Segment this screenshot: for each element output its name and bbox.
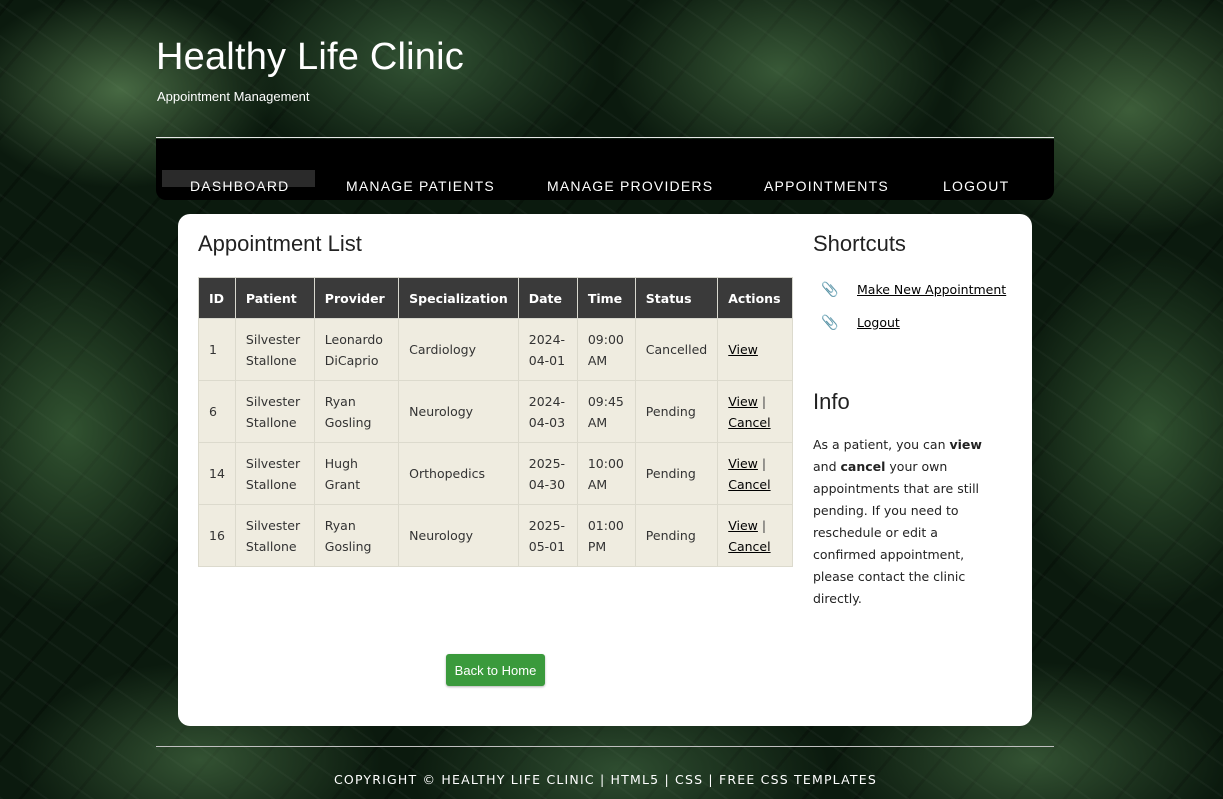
action-separator: | bbox=[761, 393, 767, 409]
column-header: ID bbox=[198, 277, 236, 319]
column-header: Date bbox=[517, 277, 578, 319]
header-divider bbox=[156, 137, 1054, 138]
action-separator: | bbox=[761, 517, 767, 533]
site-tagline: Appointment Management bbox=[157, 89, 310, 104]
table-row: 16 Silvester Stallone Ryan Gosling Neuro… bbox=[198, 504, 793, 567]
cell-time: 09:45 AM bbox=[576, 380, 636, 443]
action-separator: | bbox=[761, 455, 767, 471]
cancel-link[interactable]: Cancel bbox=[728, 477, 770, 492]
paperclip-icon: 📎 bbox=[821, 315, 839, 331]
cell-id: 14 bbox=[198, 442, 236, 505]
nav-item-logout[interactable]: LOGOUT bbox=[943, 178, 1009, 194]
nav-item-manage-providers[interactable]: MANAGE PROVIDERS bbox=[547, 178, 713, 194]
cell-time: 09:00 AM bbox=[576, 318, 636, 381]
main-nav: DASHBOARD MANAGE PATIENTS MANAGE PROVIDE… bbox=[156, 139, 1054, 200]
site-title: Healthy Life Clinic bbox=[156, 36, 464, 78]
view-link[interactable]: View bbox=[728, 342, 758, 357]
cell-time: 10:00 AM bbox=[576, 442, 636, 505]
nav-item-manage-patients[interactable]: MANAGE PATIENTS bbox=[346, 178, 495, 194]
table-header-row: ID Patient Provider Specialization Date … bbox=[198, 277, 793, 319]
cell-patient: Silvester Stallone bbox=[234, 504, 315, 567]
table-row: 14 Silvester Stallone Hugh Grant Orthope… bbox=[198, 442, 793, 505]
cell-id: 1 bbox=[198, 318, 236, 381]
cell-date: 2025-05-01 bbox=[517, 504, 578, 567]
info-text-part: and bbox=[813, 459, 841, 474]
table-row: 6 Silvester Stallone Ryan Gosling Neurol… bbox=[198, 380, 793, 443]
cell-provider: Ryan Gosling bbox=[313, 380, 400, 443]
nav-item-appointments[interactable]: APPOINTMENTS bbox=[764, 178, 889, 194]
column-header: Patient bbox=[234, 277, 315, 319]
column-header: Specialization bbox=[398, 277, 519, 319]
cell-specialization: Neurology bbox=[398, 504, 519, 567]
cancel-link[interactable]: Cancel bbox=[728, 415, 770, 430]
column-header: Actions bbox=[717, 277, 793, 319]
cell-specialization: Cardiology bbox=[398, 318, 519, 381]
shortcuts-heading: Shortcuts bbox=[813, 231, 906, 256]
column-header: Status bbox=[634, 277, 719, 319]
cell-actions: View | Cancel bbox=[717, 442, 793, 505]
cell-status: Pending bbox=[634, 504, 719, 567]
footer-copyright: COPYRIGHT © HEALTHY LIFE CLINIC | HTML5 … bbox=[334, 772, 877, 787]
cell-patient: Silvester Stallone bbox=[234, 318, 315, 381]
cell-status: Pending bbox=[634, 442, 719, 505]
cell-provider: Ryan Gosling bbox=[313, 504, 400, 567]
paperclip-icon: 📎 bbox=[821, 282, 839, 298]
cell-date: 2025-04-30 bbox=[517, 442, 578, 505]
cell-provider: Leonardo DiCaprio bbox=[313, 318, 400, 381]
footer-divider bbox=[156, 746, 1054, 747]
shortcut-item: 📎 Logout bbox=[821, 315, 900, 331]
info-text: As a patient, you can view and cancel yo… bbox=[813, 434, 1003, 610]
cell-status: Pending bbox=[634, 380, 719, 443]
cell-date: 2024-04-01 bbox=[517, 318, 578, 381]
info-text-bold: cancel bbox=[840, 459, 886, 474]
info-heading: Info bbox=[813, 389, 850, 414]
back-to-home-button[interactable]: Back to Home bbox=[446, 654, 545, 686]
shortcut-item: 📎 Make New Appointment bbox=[821, 282, 1006, 298]
cell-specialization: Orthopedics bbox=[398, 442, 519, 505]
content-panel: Appointment List ID Patient Provider Spe… bbox=[178, 214, 1032, 726]
info-text-part: As a patient, you can bbox=[813, 437, 950, 452]
info-text-bold: view bbox=[949, 437, 982, 452]
cell-patient: Silvester Stallone bbox=[234, 380, 315, 443]
page-title: Appointment List bbox=[198, 231, 362, 256]
cell-id: 6 bbox=[198, 380, 236, 443]
column-header: Time bbox=[576, 277, 636, 319]
cell-provider: Hugh Grant bbox=[313, 442, 400, 505]
table-row: 1 Silvester Stallone Leonardo DiCaprio C… bbox=[198, 318, 793, 381]
cell-patient: Silvester Stallone bbox=[234, 442, 315, 505]
view-link[interactable]: View bbox=[728, 456, 758, 471]
view-link[interactable]: View bbox=[728, 394, 758, 409]
cell-status: Cancelled bbox=[634, 318, 719, 381]
nav-item-dashboard[interactable]: DASHBOARD bbox=[190, 178, 289, 194]
info-text-part: your own appointments that are still pen… bbox=[813, 459, 980, 606]
cell-actions: View bbox=[717, 318, 793, 381]
logout-link[interactable]: Logout bbox=[857, 315, 900, 330]
make-new-appointment-link[interactable]: Make New Appointment bbox=[857, 282, 1006, 297]
view-link[interactable]: View bbox=[728, 518, 758, 533]
column-header: Provider bbox=[313, 277, 400, 319]
cell-actions: View | Cancel bbox=[717, 504, 793, 567]
cell-time: 01:00 PM bbox=[576, 504, 636, 567]
cell-date: 2024-04-03 bbox=[517, 380, 578, 443]
cell-actions: View | Cancel bbox=[717, 380, 793, 443]
cancel-link[interactable]: Cancel bbox=[728, 539, 770, 554]
cell-specialization: Neurology bbox=[398, 380, 519, 443]
cell-id: 16 bbox=[198, 504, 236, 567]
appointments-table: ID Patient Provider Specialization Date … bbox=[198, 277, 793, 567]
